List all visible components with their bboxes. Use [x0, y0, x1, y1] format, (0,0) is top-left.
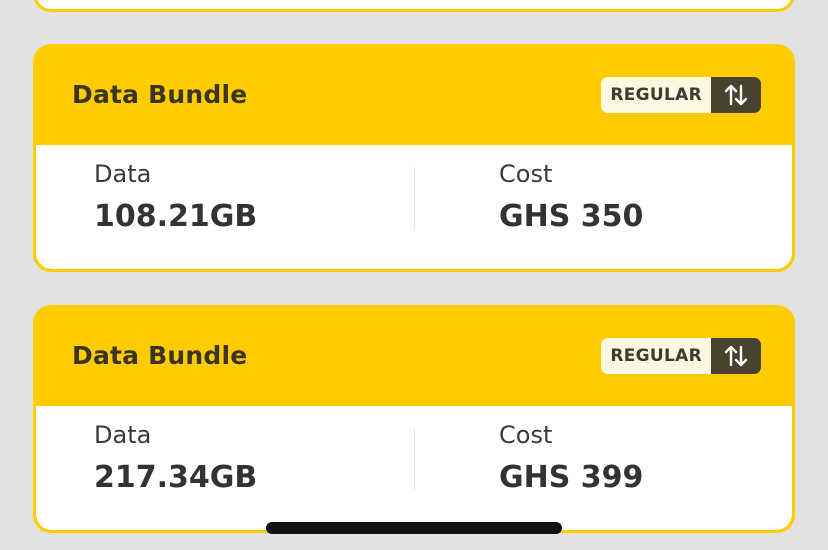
column-divider [414, 428, 415, 490]
home-indicator[interactable] [266, 522, 562, 534]
swap-button[interactable] [711, 338, 761, 374]
data-value: 217.34GB [94, 460, 258, 495]
swap-vertical-icon [724, 84, 748, 106]
card-header: Data Bundle REGULAR [33, 44, 795, 145]
card-title: Data Bundle [72, 80, 248, 109]
cost-label: Cost [499, 160, 553, 188]
card-body: Data 108.21GB Cost GHS 350 [36, 145, 792, 269]
bundle-card[interactable]: Data Bundle REGULAR Data 217.34GB Cost G… [33, 305, 795, 533]
cost-value: GHS 350 [499, 199, 644, 234]
cost-label: Cost [499, 421, 553, 449]
swap-button[interactable] [711, 77, 761, 113]
bundle-list: Data Bundle REGULAR Data 108.21GB Cost G… [0, 0, 828, 550]
plan-type-toggle[interactable]: REGULAR [601, 338, 761, 374]
swap-vertical-icon [724, 345, 748, 367]
bundle-card[interactable]: Data Bundle REGULAR Data 108.21GB Cost G… [33, 44, 795, 272]
column-divider [414, 167, 415, 229]
card-header: Data Bundle REGULAR [33, 305, 795, 406]
card-title: Data Bundle [72, 341, 248, 370]
plan-type-label: REGULAR [601, 338, 711, 374]
plan-type-label: REGULAR [601, 77, 711, 113]
data-value: 108.21GB [94, 199, 258, 234]
card-body: Data 217.34GB Cost GHS 399 [36, 406, 792, 530]
data-label: Data [94, 160, 152, 188]
cost-value: GHS 399 [499, 460, 644, 495]
bundle-card-partial[interactable] [33, 0, 795, 12]
data-label: Data [94, 421, 152, 449]
plan-type-toggle[interactable]: REGULAR [601, 77, 761, 113]
